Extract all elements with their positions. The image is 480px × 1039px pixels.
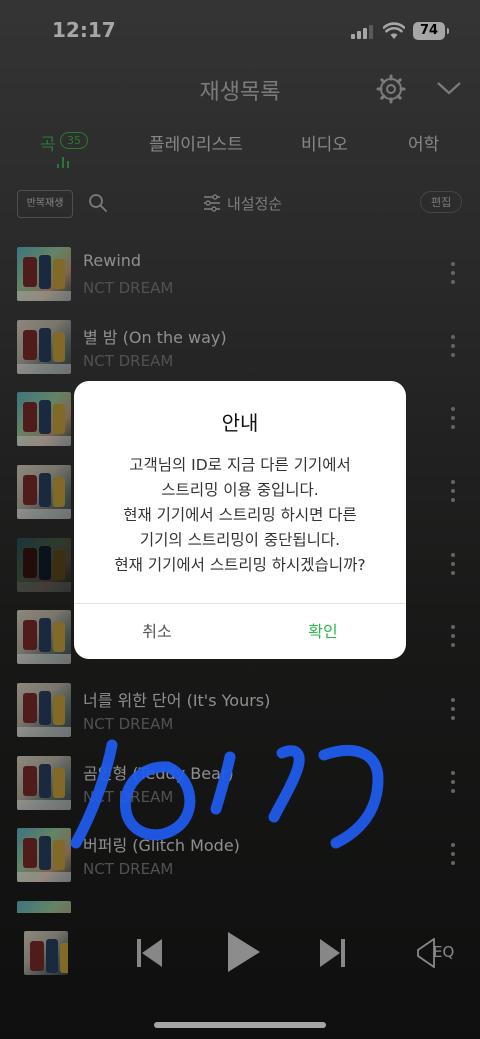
confirm-button[interactable]: 확인 <box>240 604 406 659</box>
dialog-message: 고객님의 ID로 지금 다른 기기에서 스트리밍 이용 중입니다. 현재 기기에… <box>74 453 406 578</box>
dialog-message-line: 기기의 스트리밍이 중단됩니다. <box>139 531 341 549</box>
dialog-message-line: 현재 기기에서 스트리밍 하시겠습니까? <box>114 556 366 574</box>
handwritten-scribble <box>70 739 384 849</box>
dialog-title: 안내 <box>221 411 259 435</box>
cancel-button[interactable]: 취소 <box>74 604 240 659</box>
playlist-screen: 12:17 74 재생목록 곡 35 플레이리스트 비디오 어학 반복재생 내설… <box>0 0 480 1039</box>
dialog-message-line: 현재 기기에서 스트리밍 하시면 다른 <box>123 506 357 524</box>
streaming-alert-dialog: 안내 고객님의 ID로 지금 다른 기기에서 스트리밍 이용 중입니다. 현재 … <box>74 381 406 659</box>
dialog-message-line: 스트리밍 이용 중입니다. <box>161 481 319 499</box>
dialog-message-line: 고객님의 ID로 지금 다른 기기에서 <box>129 456 351 474</box>
